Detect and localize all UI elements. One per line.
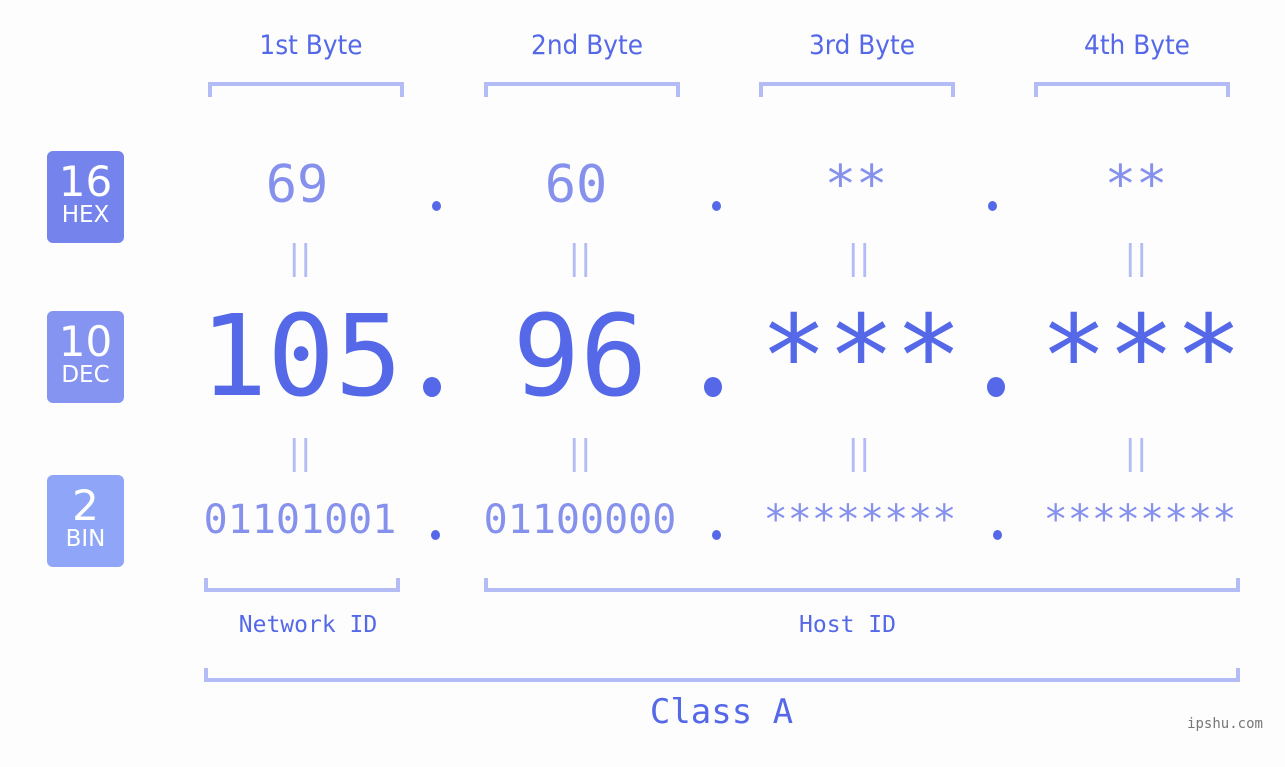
dec-separator-dot-2 — [704, 377, 722, 397]
dec-badge-label: DEC — [61, 362, 110, 388]
host-id-bracket — [484, 578, 1240, 592]
equals-sign: || — [568, 238, 592, 278]
bin-badge-label: BIN — [65, 526, 106, 552]
dec-separator-dot-1 — [423, 377, 441, 397]
hex-separator-dot-2 — [712, 201, 721, 211]
network-id-label: Network ID — [238, 612, 378, 638]
bin-value-1: 01101001 — [203, 497, 397, 543]
bin-badge: 2 BIN — [47, 475, 124, 567]
hex-badge-label: HEX — [61, 202, 110, 228]
byte-bracket-4 — [1034, 82, 1230, 97]
dec-separator-dot-3 — [987, 377, 1005, 397]
bin-value-4: ******** — [1043, 497, 1237, 543]
hex-badge: 16 HEX — [47, 151, 124, 243]
equals-sign: || — [847, 238, 871, 278]
bin-value-3: ******** — [763, 497, 957, 543]
equals-sign: || — [288, 433, 312, 473]
byte-label-4: 4th Byte — [1084, 30, 1190, 61]
byte-label-2: 2nd Byte — [531, 30, 643, 61]
equals-sign: || — [288, 238, 312, 278]
network-id-bracket — [204, 578, 400, 592]
dec-value-3: *** — [760, 292, 963, 422]
bin-separator-dot-1 — [431, 530, 440, 540]
class-bracket — [204, 668, 1240, 682]
byte-label-1: 1st Byte — [259, 30, 363, 61]
bin-value-2: 01100000 — [483, 497, 677, 543]
bin-separator-dot-2 — [712, 530, 721, 540]
class-label: Class A — [649, 692, 794, 732]
byte-bracket-2 — [484, 82, 680, 97]
equals-sign: || — [1124, 238, 1148, 278]
equals-sign: || — [568, 433, 592, 473]
equals-sign: || — [847, 433, 871, 473]
watermark: ipshu.com — [1187, 716, 1263, 732]
equals-sign: || — [1124, 433, 1148, 473]
hex-value-2: 60 — [544, 155, 608, 215]
byte-bracket-3 — [759, 82, 955, 97]
byte-bracket-1 — [208, 82, 404, 97]
dec-value-4: *** — [1040, 292, 1243, 422]
dec-value-2: 96 — [512, 292, 648, 422]
dec-badge: 10 DEC — [47, 311, 124, 403]
hex-value-4: ** — [1104, 155, 1168, 215]
host-id-label: Host ID — [799, 612, 896, 638]
byte-label-3: 3rd Byte — [808, 30, 916, 61]
dec-badge-base: 10 — [58, 317, 113, 366]
hex-separator-dot-3 — [988, 201, 997, 211]
hex-badge-base: 16 — [58, 157, 113, 206]
hex-separator-dot-1 — [432, 201, 441, 211]
bin-separator-dot-3 — [993, 530, 1002, 540]
dec-value-1: 105 — [200, 292, 403, 422]
hex-value-3: ** — [824, 155, 888, 215]
bin-badge-base: 2 — [72, 481, 99, 530]
hex-value-1: 69 — [265, 155, 329, 215]
